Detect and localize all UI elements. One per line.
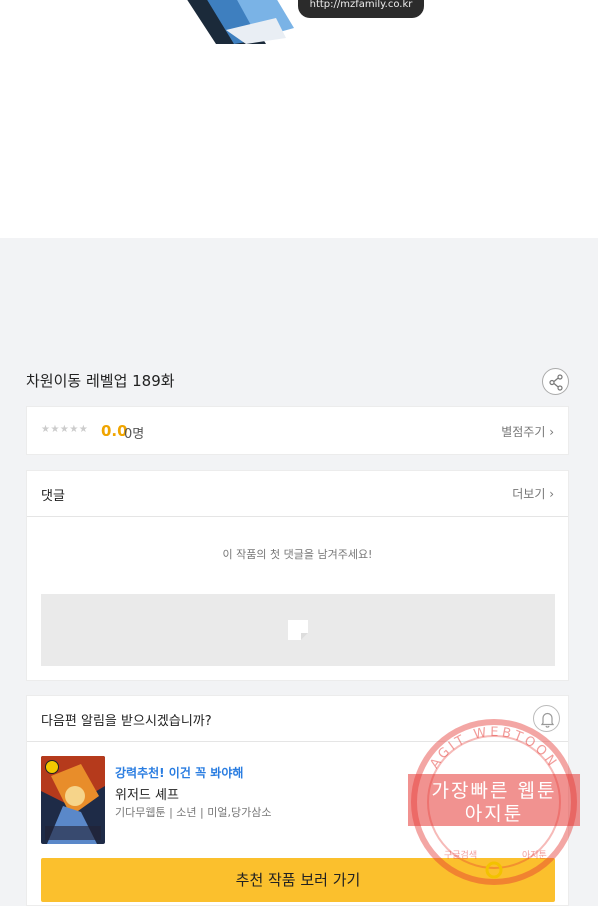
- rating-count: 0명: [124, 427, 145, 442]
- comments-title: 댓글: [41, 489, 65, 504]
- recommend-thumbnail[interactable]: [41, 756, 105, 844]
- watermark-side-right: 아지툰: [522, 850, 547, 861]
- comments-more-link[interactable]: 더보기 ›: [512, 485, 554, 502]
- comments-header: 댓글 더보기 ›: [27, 471, 568, 517]
- watermark-side-left: 구글검색: [444, 849, 477, 861]
- banner-graphic: [187, 0, 294, 44]
- comment-input-box[interactable]: [41, 594, 555, 666]
- rate-link[interactable]: 별점주기 ›: [501, 423, 554, 440]
- clock-badge-icon: [45, 760, 59, 774]
- recommend-title[interactable]: 위저드 셰프: [115, 784, 179, 803]
- svg-text:AGIT WEBTOON: AGIT WEBTOON: [427, 725, 560, 772]
- watermark-line2: 아지툰: [465, 803, 523, 825]
- banner-image: http://mzfamily.co.kr: [186, 0, 424, 44]
- comments-card: 댓글 더보기 › 이 작품의 첫 댓글을 남겨주세요!: [26, 470, 569, 681]
- share-icon: [549, 374, 563, 391]
- recommend-meta: 기다무웹툰 | 소년 | 미얼,당가삼소: [115, 806, 272, 819]
- episode-title: 차원이동 레벨업 189화: [26, 372, 175, 390]
- recommend-tag: 강력추천! 이건 꼭 봐야해: [115, 766, 244, 780]
- watermark-stamp: AGIT WEBTOON 가장빠른 웹툰 아지툰 구글검색 아지툰: [408, 719, 580, 885]
- watermark-arc-text: AGIT WEBTOON: [427, 725, 557, 772]
- share-button[interactable]: [542, 368, 569, 395]
- comments-empty-message: 이 작품의 첫 댓글을 남겨주세요!: [222, 548, 373, 561]
- watermark-g-icon: [485, 861, 503, 879]
- banner-url: http://mzfamily.co.kr: [298, 0, 424, 18]
- star-rating-icons[interactable]: ★★★★★: [41, 424, 88, 435]
- notify-question: 다음편 알림을 받으시겠습니까?: [41, 714, 212, 729]
- top-content-area: http://mzfamily.co.kr: [0, 0, 598, 238]
- write-icon: [288, 620, 308, 640]
- watermark-line1: 가장빠른 웹툰: [432, 780, 557, 802]
- rating-card: ★★★★★ 0.0 0명 별점주기 ›: [26, 406, 569, 455]
